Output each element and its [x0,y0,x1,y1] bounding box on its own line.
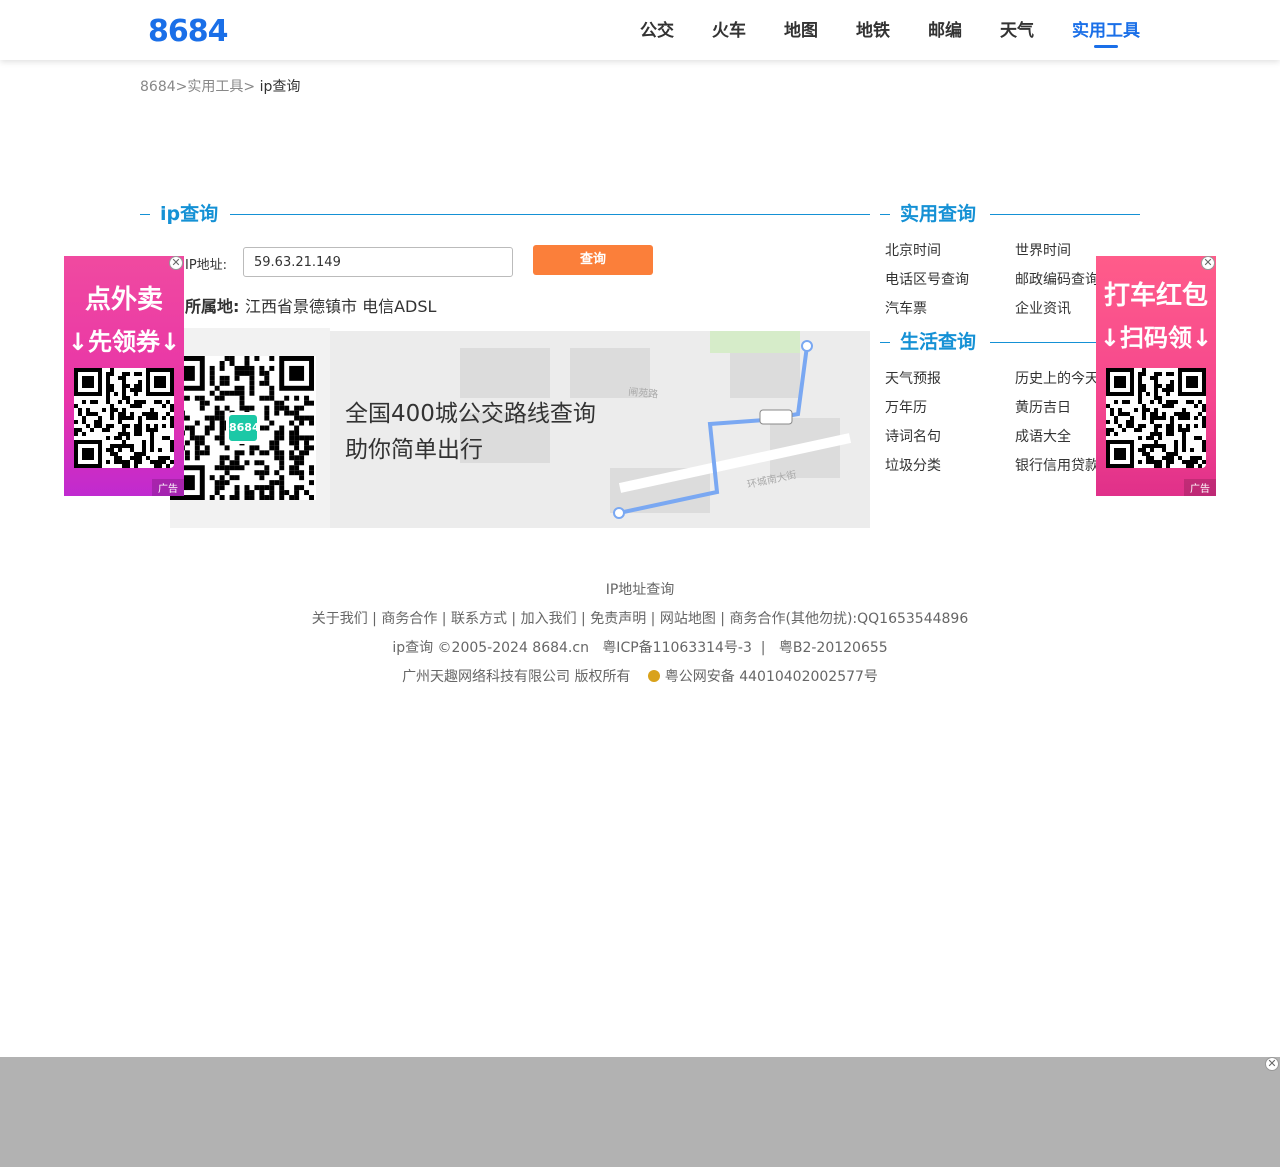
ad-tag: 广告 [152,479,184,496]
title-line [990,214,1140,215]
ad-tag: 广告 [1184,479,1216,496]
footer-sep: | [646,611,660,627]
list-item[interactable]: 银行信用贷款 [1015,455,1099,475]
footer-icp[interactable]: 粤ICP备11063314号-3 [602,640,752,656]
app-logo-icon: 8684 [226,412,260,444]
site-logo[interactable]: 8684 [148,14,228,49]
list-item[interactable]: 邮政编码查询 [1015,269,1099,289]
page-title: ip查询 [160,203,219,225]
qr-pattern [74,368,174,468]
footer-link-business[interactable]: 商务合作 [381,611,437,627]
footer-copyright-line: ip查询 ©2005-2024 8684.cn 粤ICP备11063314号-3… [392,640,888,656]
practical-section-title: 实用查询 [880,202,1140,226]
footer-copyright: ip查询 ©2005-2024 8684.cn [392,640,589,656]
bottom-ad-bar[interactable] [0,1057,1280,1167]
footer-b2: 粤B2-20120655 [778,640,888,656]
nav-item-train[interactable]: 火车 [712,0,746,60]
practical-title: 实用查询 [900,203,977,225]
title-dash [140,214,150,215]
footer-company-line: 广州天趣网络科技有限公司 版权所有 粤公网安备 44010402002577号 [0,666,1280,686]
query-button[interactable]: 查询 [533,245,653,275]
footer-link-about[interactable]: 关于我们 [312,611,368,627]
nav-item-map[interactable]: 地图 [784,0,818,60]
banner-line1: 全国400城公交路线查询 [345,401,596,427]
breadcrumb-sep: > [243,79,256,95]
list-item[interactable]: 世界时间 [1015,240,1071,260]
list-item[interactable]: 万年历 [885,397,927,417]
list-item[interactable]: 垃圾分类 [885,455,941,475]
list-item[interactable]: 黄历吉日 [1015,397,1071,417]
title-dash [880,342,890,343]
nav-item-bus[interactable]: 公交 [640,0,674,60]
list-item[interactable]: 天气预报 [885,368,941,388]
breadcrumb: 8684>实用工具> ip查询 [140,76,300,96]
footer-sep: | [367,611,382,627]
footer-police[interactable]: 粤公网安备 44010402002577号 [665,669,878,685]
breadcrumb-current: ip查询 [259,79,301,95]
police-badge-icon [648,670,661,682]
title-line [230,214,870,215]
location-value: 江西省景德镇市 电信ADSL [245,297,437,316]
nav-item-weather[interactable]: 天气 [1000,0,1034,60]
footer-links: 关于我们 | 商务合作 | 联系方式 | 加入我们 | 免责声明 | 网站地图 … [0,608,1280,628]
right-float-ad[interactable]: 打车红包 ↓扫码领↓ 广告 [1096,256,1216,496]
footer-title: IP地址查询 [605,582,675,598]
close-icon[interactable]: ✕ [169,256,183,270]
close-icon[interactable]: ✕ [1265,1057,1279,1071]
nav-item-subway[interactable]: 地铁 [856,0,890,60]
location-label: 所属地: [185,297,240,316]
footer-link-disclaimer[interactable]: 免责声明 [590,611,646,627]
left-float-ad[interactable]: 点外卖 ↓先领券↓ 广告 [64,256,184,496]
list-item[interactable]: 历史上的今天 [1015,368,1099,388]
list-item[interactable]: 电话区号查询 [885,269,969,289]
qr-pattern [1106,368,1206,468]
footer-link-join[interactable]: 加入我们 [521,611,577,627]
ip-input[interactable] [243,247,513,277]
breadcrumb-sep: > [175,79,188,95]
list-item[interactable]: 北京时间 [885,240,941,260]
breadcrumb-home[interactable]: 8684 [140,79,176,95]
footer-sep: | [506,611,521,627]
footer-contact: 商务合作(其他勿扰):QQ1653544896 [729,611,969,627]
list-item[interactable]: 诗词名句 [885,426,941,446]
ad-line2: ↓先领券↓ [67,328,181,356]
footer-sep: | [715,611,730,627]
ad-qr-code [74,368,174,468]
footer-sep: | [576,611,591,627]
ad-line1: 打车红包 [1103,281,1208,311]
title-dash [880,214,890,215]
list-item[interactable]: 成语大全 [1015,426,1071,446]
nav-item-postcode[interactable]: 邮编 [928,0,962,60]
bus-app-banner[interactable]: 闸苑路 环城南大街 8684 全国400城公交路线查询 助你简单出行 [170,328,870,528]
breadcrumb-tools[interactable]: 实用工具 [187,79,243,95]
ip-label: IP地址: [185,258,228,273]
ad-line1: 点外卖 [84,285,163,315]
qr-code: 8684 [170,356,316,500]
banner-line2: 助你简单出行 [345,437,483,463]
footer-link-sitemap[interactable]: 网站地图 [660,611,716,627]
main-nav: 公交 火车 地图 地铁 邮编 天气 实用工具 [602,0,1140,60]
life-title: 生活查询 [900,331,977,353]
footer-company: 广州天趣网络科技有限公司 版权所有 [402,669,631,685]
main-section-title: ip查询 [140,202,870,226]
nav-item-tools[interactable]: 实用工具 [1072,0,1140,60]
list-item[interactable]: 汽车票 [885,298,927,318]
close-icon[interactable]: ✕ [1201,256,1215,270]
footer-link-contact[interactable]: 联系方式 [451,611,507,627]
footer-sep: | [437,611,451,627]
list-item[interactable]: 企业资讯 [1015,298,1071,318]
site-header: 8684 公交 火车 地图 地铁 邮编 天气 实用工具 [0,0,1280,60]
ad-line2: ↓扫码领↓ [1099,324,1213,352]
ad-qr-code [1106,368,1206,468]
